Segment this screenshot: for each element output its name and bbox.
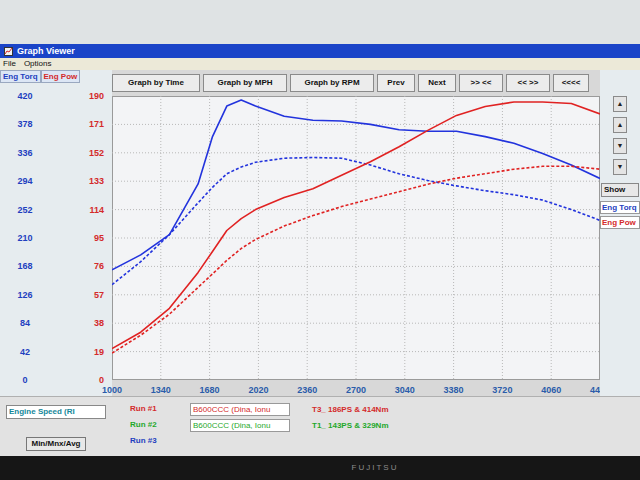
scroll-button[interactable]: ▲: [613, 96, 627, 112]
scroll-button[interactable]: ▼: [613, 159, 627, 175]
power-curve: [112, 166, 600, 353]
run-summary: T3_ 186PS & 414Nm: [310, 404, 391, 415]
bottom-left: Engine Speed (RI Min/Mnx/Avg: [0, 397, 112, 456]
axis-tick: 57: [50, 289, 112, 301]
window-title: Graph Viewer: [17, 45, 75, 57]
toolbar-button[interactable]: Graph by Time: [112, 74, 200, 92]
run-label: Run #3: [130, 435, 190, 447]
run-description[interactable]: B600CCC (Dina, Ionu: [190, 419, 290, 432]
axis-tick: 168: [0, 260, 50, 272]
axis-tick: 126: [0, 289, 50, 301]
run-list: Run #1B600CCC (Dina, Ionu T3_ 186PS & 414…: [112, 397, 640, 456]
x-axis-tick: 2360: [295, 384, 319, 396]
toolbar-button[interactable]: <<<<: [553, 74, 589, 92]
run-row: Run #3: [130, 434, 640, 448]
torque-curve: [112, 100, 600, 270]
plot-area: [112, 96, 600, 380]
bottom-panel: Engine Speed (RI Min/Mnx/Avg Run #1B600C…: [0, 396, 640, 456]
axis-header: Eng Torq: [0, 70, 41, 83]
axis-tick: 76: [50, 260, 112, 272]
power-axis: 19017115213311495765738190: [50, 90, 112, 386]
x-axis-tick: 3720: [490, 384, 514, 396]
x-axis-tick: 4060: [539, 384, 563, 396]
axis-tick: 133: [50, 175, 112, 187]
legend-item: Eng Pow: [600, 216, 640, 229]
menu-item[interactable]: Options: [24, 58, 52, 70]
x-axis-tick: 2020: [246, 384, 270, 396]
scroll-button[interactable]: ▼: [613, 138, 627, 154]
menu-bar: File Options: [0, 58, 640, 70]
title-bar: Graph Viewer: [0, 44, 640, 58]
axis-tick: 378: [0, 118, 50, 130]
show-button[interactable]: Show: [601, 183, 639, 197]
legend-item: Eng Torq: [600, 201, 640, 214]
axis-tick: 420: [0, 90, 50, 102]
x-axis-tick: 2700: [344, 384, 368, 396]
legend: Eng Torq Eng Pow: [600, 201, 640, 229]
toolbar-button[interactable]: Next: [418, 74, 456, 92]
axis-tick: 95: [50, 232, 112, 244]
x-axis-tick: 1000: [100, 384, 124, 396]
axis-header: Eng Pow: [41, 70, 81, 83]
axis-tick: 114: [50, 204, 112, 216]
run-description[interactable]: B600CCC (Dina, Ionu: [190, 403, 290, 416]
toolbar-button[interactable]: << >>: [506, 74, 550, 92]
axis-tick: 336: [0, 147, 50, 159]
x-axis: 1000134016802020236027003040338037204060…: [112, 380, 600, 396]
monitor-bezel: FUJITSU: [0, 456, 640, 480]
graph-viewer-window: Graph Viewer FileOptions Eng TorqEng Pow…: [0, 44, 640, 456]
x-axis-tick: 1340: [149, 384, 173, 396]
toolbar-button[interactable]: Graph by RPM: [290, 74, 374, 92]
chart-column: Graph by TimeGraph by MPHGraph by RPMPre…: [112, 70, 600, 396]
menu-item[interactable]: File: [3, 58, 16, 70]
torque-axis: 42037833629425221016812684420: [0, 90, 50, 386]
run-row: Run #2B600CCC (Dina, Ionu T1_ 143PS & 329…: [130, 418, 640, 432]
axis-tick: 152: [50, 147, 112, 159]
scroll-buttons: ▲ ▲ ▼ ▼: [613, 96, 627, 175]
axis-tick: 84: [0, 317, 50, 329]
toolbar-button[interactable]: >> <<: [459, 74, 503, 92]
axis-tick: 0: [0, 374, 50, 386]
axis-headers: Eng TorqEng Pow: [0, 70, 112, 90]
axis-tick: 38: [50, 317, 112, 329]
axis-column: Eng TorqEng Pow 420378336294252210168126…: [0, 70, 112, 396]
monitor-brand: FUJITSU: [352, 462, 399, 474]
x-axis-tick: 1680: [198, 384, 222, 396]
axis-tick: 19: [50, 346, 112, 358]
axis-tick: 210: [0, 232, 50, 244]
axis-tick: 171: [50, 118, 112, 130]
torque-curve: [112, 158, 600, 285]
scroll-button[interactable]: ▲: [613, 117, 627, 133]
axis-labels: 42037833629425221016812684420 1901711521…: [0, 90, 112, 386]
x-axis-labels: 1000 1340 1680 2020 2360 2700 3040 3380 3720 4060…: [100, 380, 612, 396]
run-summary: T1_ 143PS & 329Nm: [310, 420, 391, 431]
side-panel: ▲ ▲ ▼ ▼ Show Eng Torq Eng Pow: [600, 70, 640, 396]
axis-tick: 190: [50, 90, 112, 102]
axis-tick: 0: [50, 374, 112, 386]
axis-tick: 294: [0, 175, 50, 187]
toolbar: Graph by TimeGraph by MPHGraph by RPMPre…: [112, 70, 600, 96]
dyno-chart: [112, 96, 600, 380]
main-area: Eng TorqEng Pow 420378336294252210168126…: [0, 70, 640, 396]
x-axis-tick: 3380: [442, 384, 466, 396]
x-axis-tick: 3040: [393, 384, 417, 396]
axis-tick: 42: [0, 346, 50, 358]
app-icon: [4, 47, 13, 56]
run-row: Run #1B600CCC (Dina, Ionu T3_ 186PS & 414…: [130, 402, 640, 416]
power-curve: [112, 102, 600, 349]
toolbar-button[interactable]: Prev: [377, 74, 415, 92]
x-axis-selector[interactable]: Engine Speed (RI: [6, 405, 106, 419]
run-label: Run #2: [130, 419, 190, 431]
toolbar-button[interactable]: Graph by MPH: [203, 74, 287, 92]
background-wall: [0, 0, 640, 44]
run-label: Run #1: [130, 403, 190, 415]
min-max-avg-button[interactable]: Min/Mnx/Avg: [26, 437, 85, 451]
axis-tick: 252: [0, 204, 50, 216]
